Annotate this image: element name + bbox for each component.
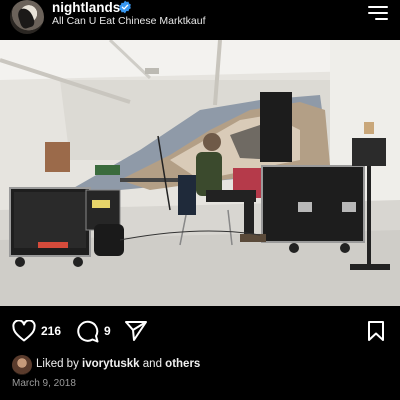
hamburger-menu-icon[interactable] — [368, 6, 388, 20]
post-date: March 9, 2018 — [12, 378, 76, 389]
username[interactable]: nightlands — [52, 0, 120, 16]
profile-avatar[interactable] — [10, 0, 44, 34]
liker-avatar[interactable] — [12, 355, 32, 375]
comment-bubble-icon[interactable] — [76, 320, 99, 343]
post-actions: 216 9 — [0, 316, 400, 346]
liked-by-row: Liked by ivorytuskk and others — [12, 355, 392, 375]
liked-username[interactable]: ivorytuskk — [82, 358, 140, 370]
send-arrow-icon[interactable] — [124, 320, 148, 342]
post-header: nightlands All Can U Eat Chinese Marktka… — [0, 0, 400, 40]
bookmark-icon[interactable] — [367, 320, 385, 342]
liked-and: and — [142, 358, 162, 370]
like-count[interactable]: 216 — [41, 324, 61, 338]
studio-photo-illustration — [0, 40, 400, 306]
comment-count[interactable]: 9 — [104, 324, 111, 338]
liked-by-text: Liked by ivorytuskk and others — [36, 358, 200, 370]
post-photo[interactable] — [0, 40, 400, 306]
location-label[interactable]: All Can U Eat Chinese Marktkauf — [52, 15, 205, 28]
heart-icon[interactable] — [12, 320, 36, 342]
verified-badge-icon — [119, 0, 131, 14]
liked-others-link[interactable]: others — [165, 358, 200, 370]
liked-prefix: Liked by — [36, 358, 79, 370]
